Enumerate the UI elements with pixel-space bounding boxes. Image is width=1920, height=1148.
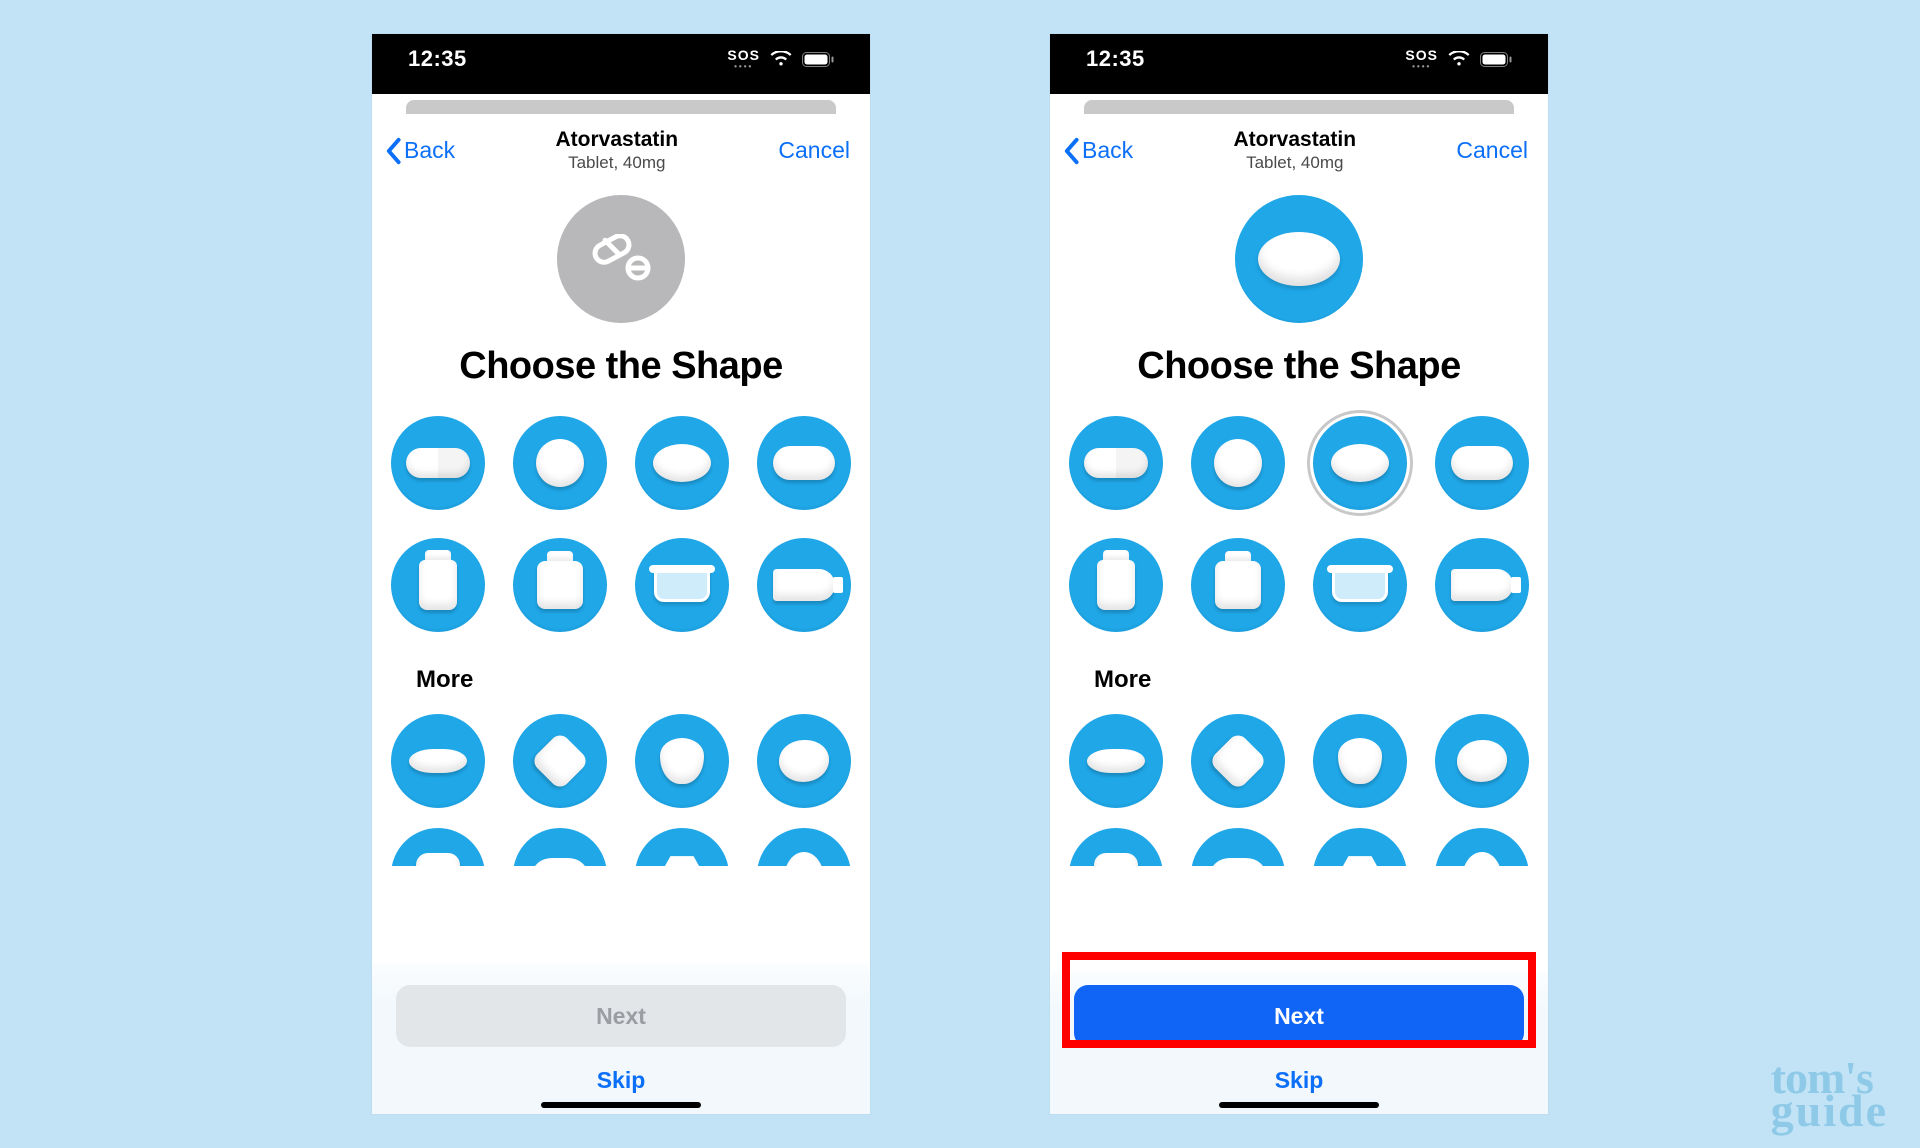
medication-subtitle: Tablet, 40mg [556, 153, 679, 173]
hero-selected-shape [1235, 195, 1363, 323]
shape-round[interactable] [513, 416, 607, 510]
next-button: Next [396, 985, 846, 1047]
hero [1050, 181, 1548, 323]
shape-lozenge[interactable] [513, 828, 607, 866]
chevron-left-icon [384, 137, 402, 165]
medication-name: Atorvastatin [1234, 128, 1357, 152]
status-time: 12:35 [408, 46, 467, 72]
wifi-icon [770, 51, 792, 67]
back-button[interactable]: Back [384, 137, 455, 165]
shape-rounded-square[interactable] [1069, 828, 1163, 866]
comparison-stage: 12:35 SOS•••• Back Atorvastatin [372, 34, 1548, 1114]
shape-hexagon[interactable] [1313, 828, 1407, 866]
skip-button[interactable]: Skip [1074, 1067, 1524, 1094]
battery-icon [802, 52, 834, 67]
footer: Next Skip [1050, 971, 1548, 1114]
hero [372, 181, 870, 323]
shape-shield[interactable] [635, 714, 729, 808]
shape-capsule[interactable] [1069, 416, 1163, 510]
shape-hexagon[interactable] [635, 828, 729, 866]
phone-left: 12:35 SOS•••• Back Atorvastatin [372, 34, 870, 1114]
shape-grid-primary [1050, 388, 1548, 642]
shape-bottle-narrow[interactable] [391, 538, 485, 632]
footer: Next Skip [372, 963, 870, 1114]
shape-round[interactable] [1191, 416, 1285, 510]
medication-subtitle: Tablet, 40mg [1234, 153, 1357, 173]
wifi-icon [1448, 51, 1470, 67]
next-button[interactable]: Next [1074, 985, 1524, 1047]
shape-grid-more-overflow [1050, 808, 1548, 866]
shape-shield[interactable] [1313, 714, 1407, 808]
status-bar: 12:35 SOS•••• [372, 34, 870, 94]
nav-title: Atorvastatin Tablet, 40mg [556, 128, 679, 173]
status-time: 12:35 [1086, 46, 1145, 72]
shape-diamond-flat[interactable] [391, 714, 485, 808]
shape-diamond-flat[interactable] [1069, 714, 1163, 808]
shape-oblong[interactable] [1435, 416, 1529, 510]
nav-bar: Back Atorvastatin Tablet, 40mg Cancel [372, 122, 870, 181]
back-button[interactable]: Back [1062, 137, 1133, 165]
cancel-button[interactable]: Cancel [778, 137, 850, 164]
phone-right: 12:35 SOS•••• Back Atorvastatin [1050, 34, 1548, 1114]
home-indicator [1219, 1102, 1379, 1108]
nav-bar: Back Atorvastatin Tablet, 40mg Cancel [1050, 122, 1548, 181]
shape-oval[interactable] [635, 416, 729, 510]
nav-title: Atorvastatin Tablet, 40mg [1234, 128, 1357, 173]
more-label: More [372, 642, 870, 694]
medication-name: Atorvastatin [556, 128, 679, 152]
page-heading: Choose the Shape [372, 345, 870, 388]
battery-icon [1480, 52, 1512, 67]
shape-drop[interactable] [757, 828, 851, 866]
chevron-left-icon [1062, 137, 1080, 165]
shape-drop[interactable] [1435, 828, 1529, 866]
sheet-grabber [372, 94, 870, 122]
status-right: SOS•••• [727, 48, 834, 71]
sos-indicator: SOS•••• [727, 48, 760, 71]
sos-indicator: SOS•••• [1405, 48, 1438, 71]
back-label: Back [1082, 137, 1133, 164]
shape-oval[interactable] [1313, 416, 1407, 510]
shape-bottle-wide[interactable] [513, 538, 607, 632]
shape-lozenge[interactable] [1191, 828, 1285, 866]
shape-grid-primary [372, 388, 870, 642]
shape-cup[interactable] [1313, 538, 1407, 632]
sheet-grabber [1050, 94, 1548, 122]
shape-grid-more-overflow [372, 808, 870, 866]
page-heading: Choose the Shape [1050, 345, 1548, 388]
shape-rounded-square[interactable] [391, 828, 485, 866]
oval-pill-icon [1258, 232, 1340, 286]
more-label: More [1050, 642, 1548, 694]
shape-cup[interactable] [635, 538, 729, 632]
shape-tube[interactable] [1435, 538, 1529, 632]
shape-pebble[interactable] [1435, 714, 1529, 808]
status-right: SOS•••• [1405, 48, 1512, 71]
status-bar: 12:35 SOS•••• [1050, 34, 1548, 94]
shape-diamond[interactable] [1191, 714, 1285, 808]
skip-button[interactable]: Skip [396, 1067, 846, 1094]
shape-grid-more [372, 694, 870, 808]
hero-placeholder-icon [557, 195, 685, 323]
shape-tube[interactable] [757, 538, 851, 632]
shape-capsule[interactable] [391, 416, 485, 510]
watermark: tom's guide [1771, 1059, 1888, 1130]
cancel-button[interactable]: Cancel [1456, 137, 1528, 164]
back-label: Back [404, 137, 455, 164]
shape-grid-more [1050, 694, 1548, 808]
shape-pebble[interactable] [757, 714, 851, 808]
home-indicator [541, 1102, 701, 1108]
shape-bottle-wide[interactable] [1191, 538, 1285, 632]
shape-diamond[interactable] [513, 714, 607, 808]
shape-bottle-narrow[interactable] [1069, 538, 1163, 632]
watermark-line2: guide [1771, 1092, 1888, 1130]
shape-oblong[interactable] [757, 416, 851, 510]
